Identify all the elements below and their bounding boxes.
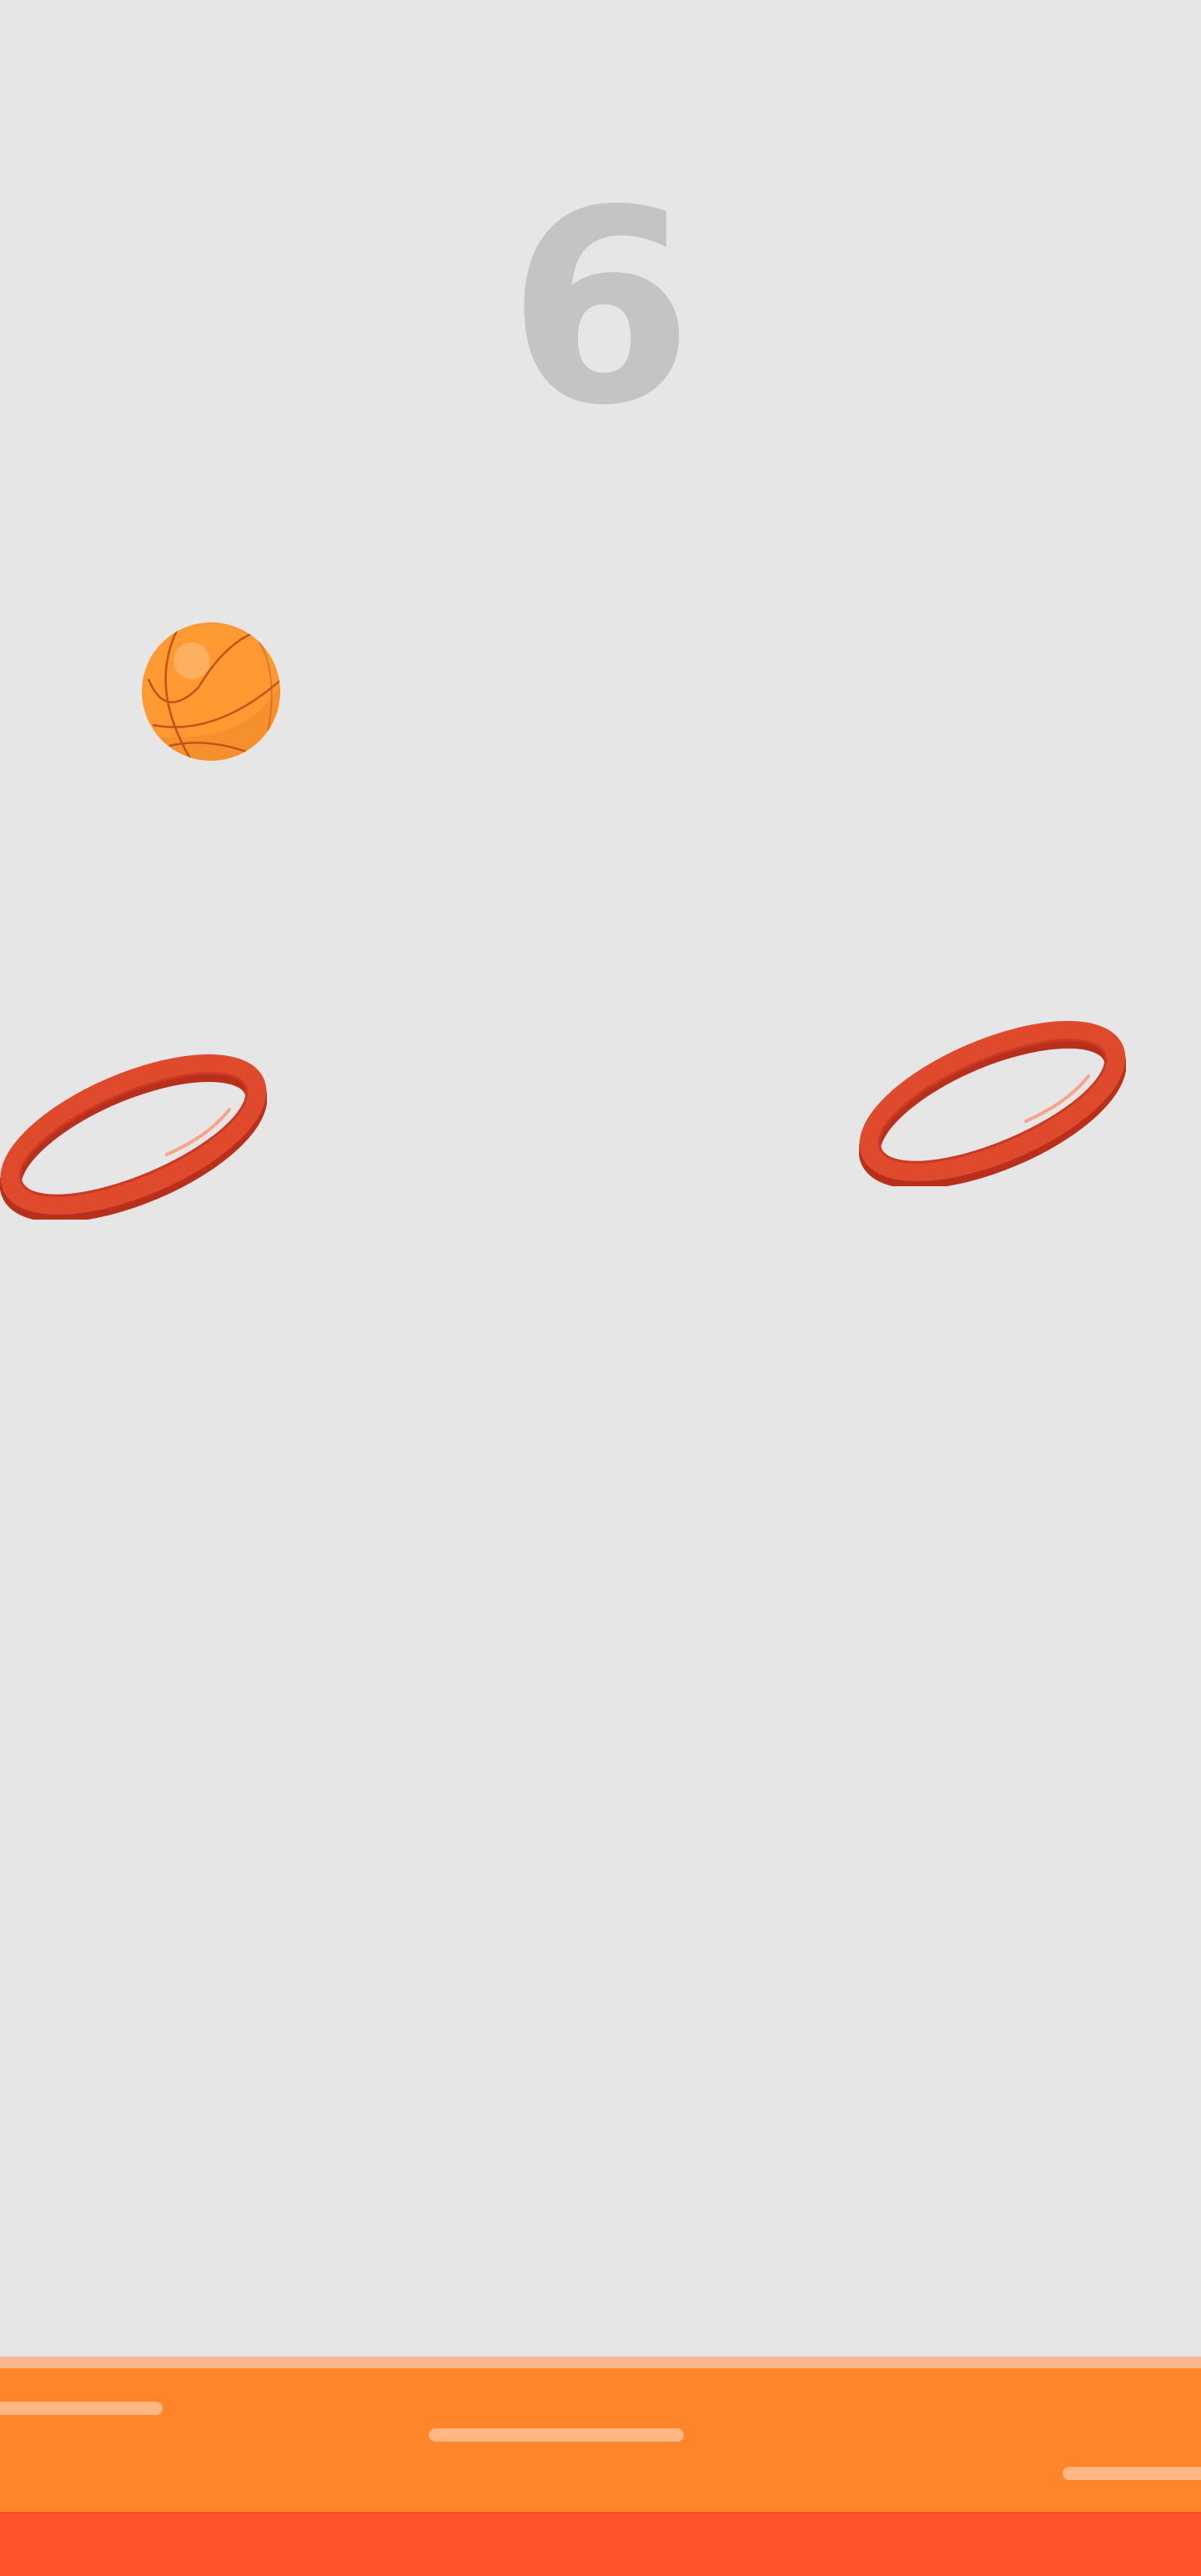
floor-edge-highlight: [0, 2357, 1201, 2368]
floor-streak: [0, 2402, 163, 2415]
court-floor: [0, 2357, 1201, 2576]
score-counter: 6: [507, 153, 694, 464]
hoop-left: [0, 1054, 267, 1220]
game-stage[interactable]: 6: [0, 0, 1201, 2576]
floor-streak: [1063, 2467, 1201, 2480]
floor-streak: [429, 2428, 684, 2442]
floor-base: [0, 2512, 1201, 2576]
hoop-right: [859, 1020, 1126, 1186]
basketball-icon: [142, 622, 280, 761]
